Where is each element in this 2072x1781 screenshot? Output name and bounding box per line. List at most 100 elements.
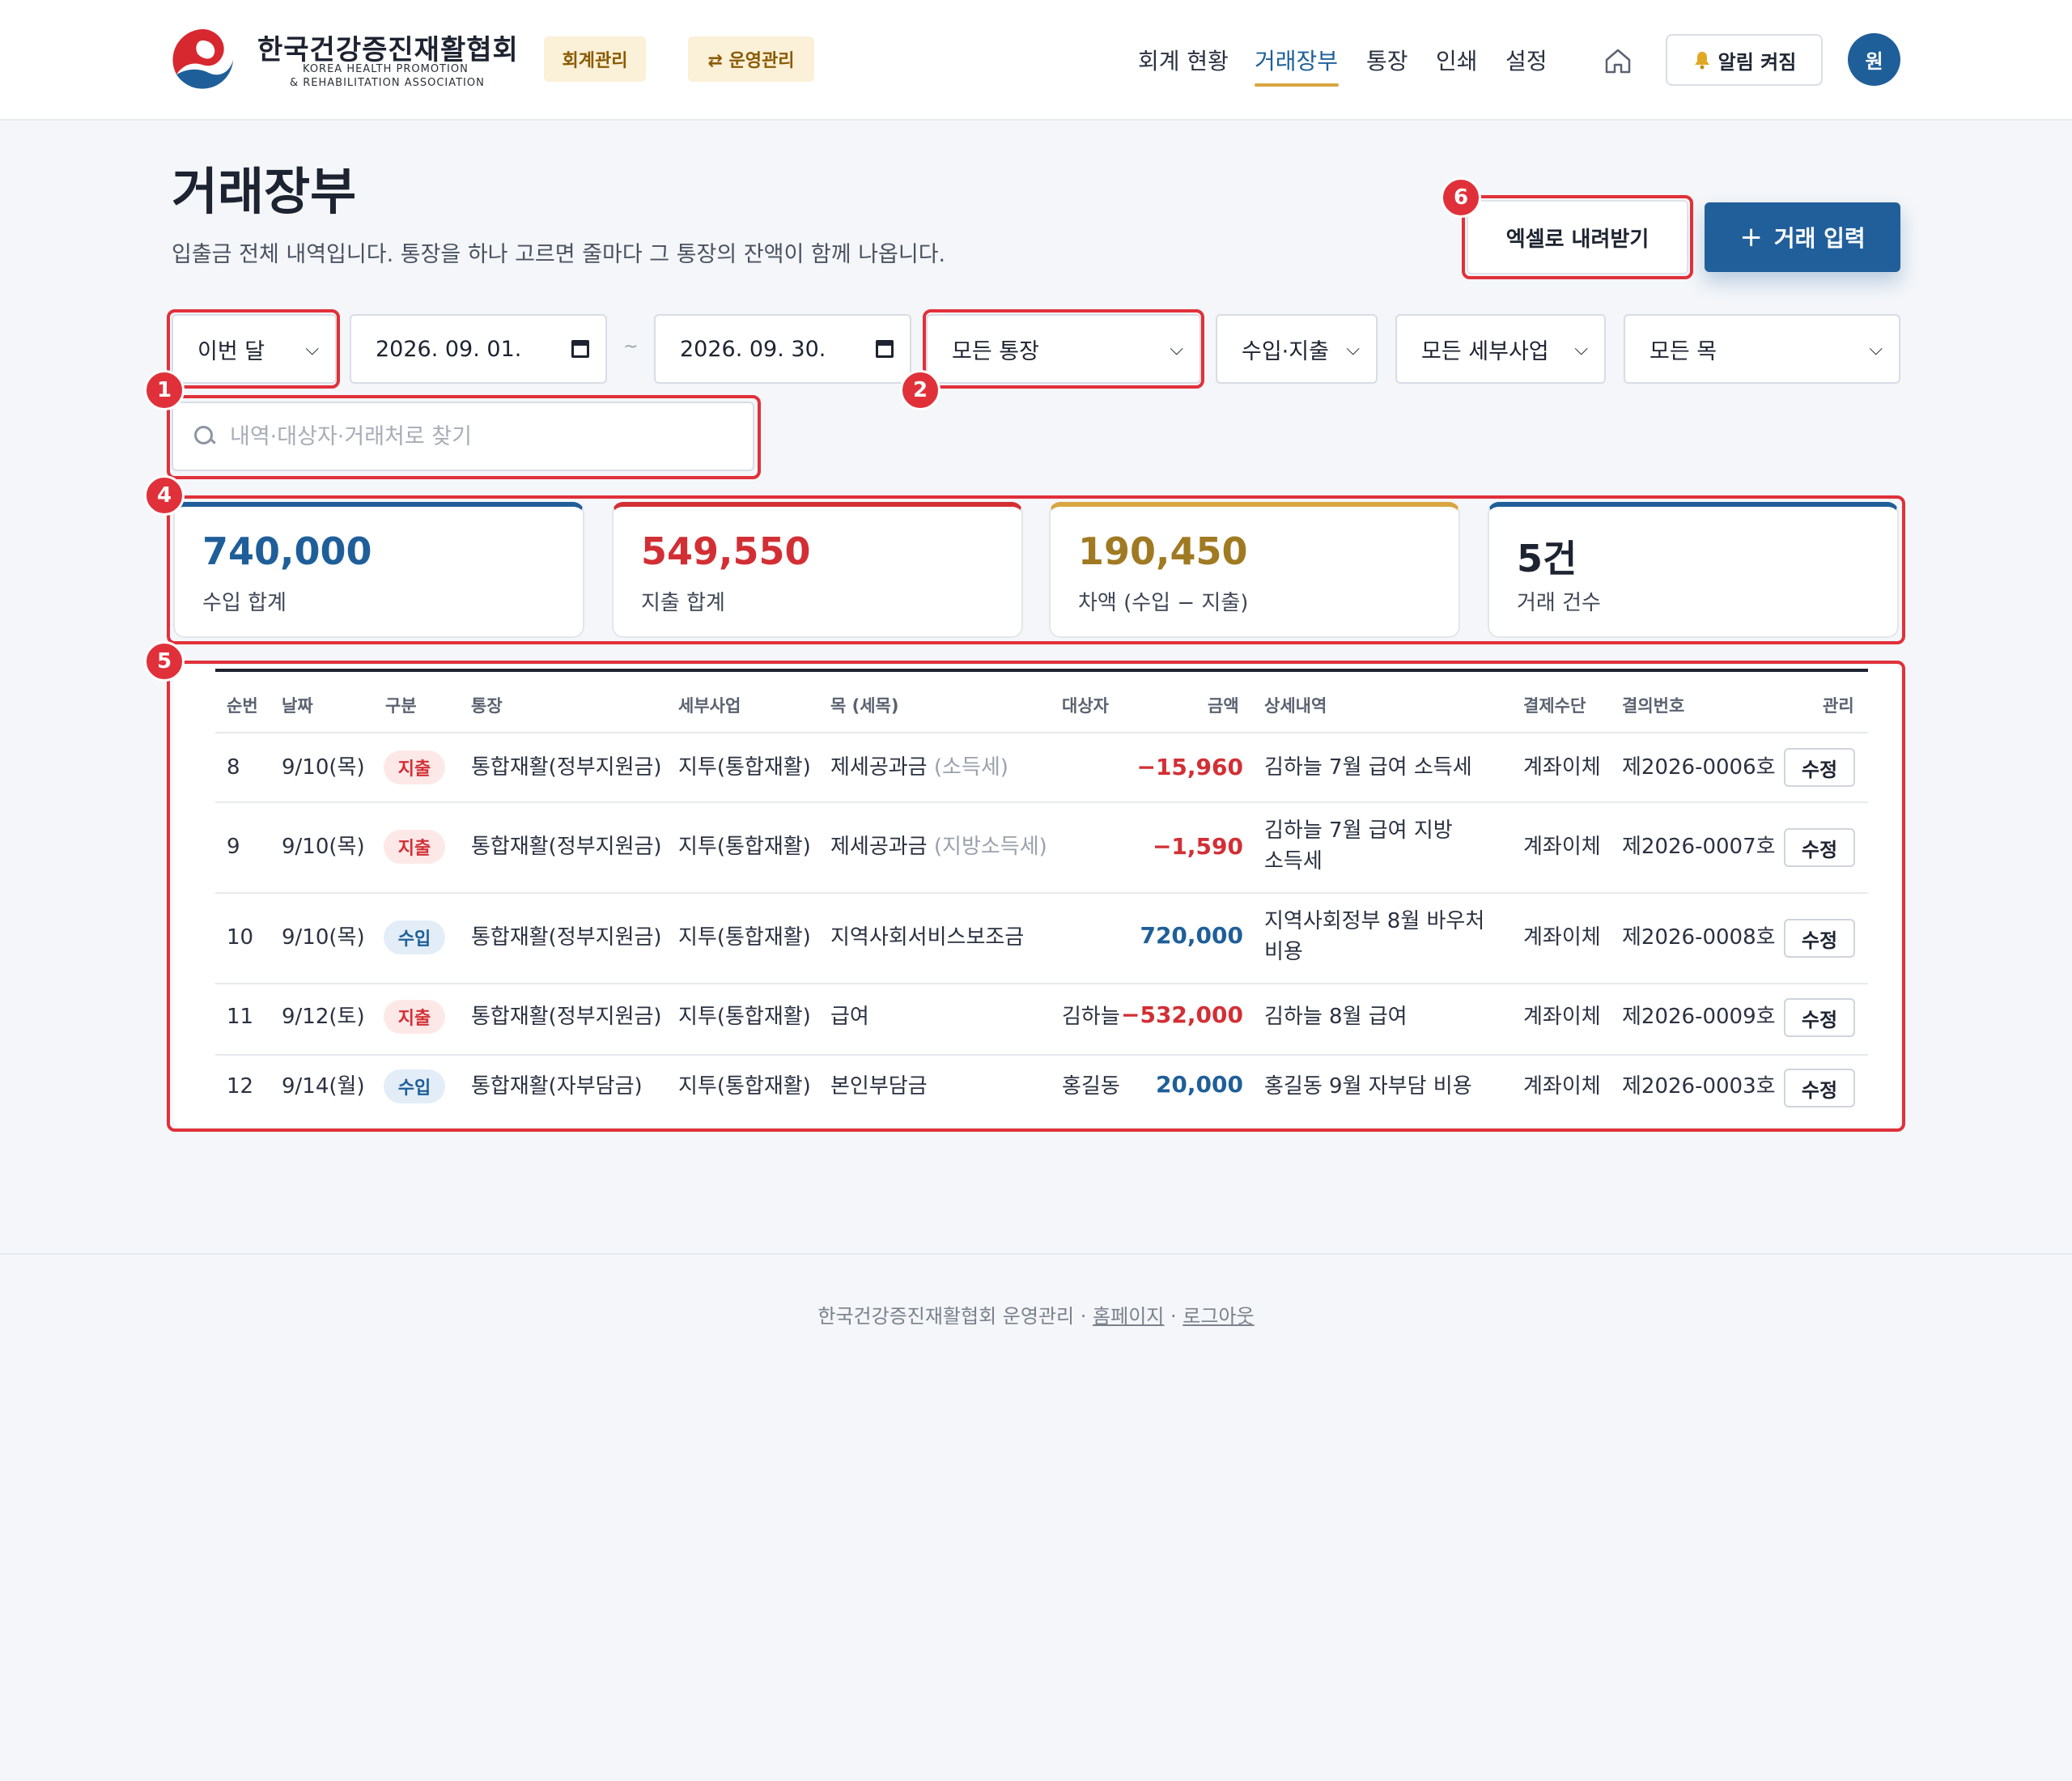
search-box[interactable] — [172, 402, 754, 471]
date-from-input[interactable]: 2026. 09. 01. — [350, 314, 607, 384]
notification-toggle-button[interactable]: 알림 켜짐 — [1666, 34, 1823, 86]
item-select[interactable]: 모든 목 ⌵ — [1624, 314, 1900, 384]
kind-badge-expense: 지출 — [384, 830, 445, 864]
edit-row-button[interactable]: 수정 — [1784, 748, 1855, 787]
row-item: 제세공과금 (지방소득세) — [830, 832, 1047, 861]
summary-card-expense: 549,550 지출 합계 — [612, 502, 1023, 638]
col-header-date: 날짜 — [282, 696, 313, 716]
row-subproject: 지투(통합재활) — [678, 1074, 811, 1099]
row-voucher: 제2026-0009호 — [1622, 1005, 1776, 1029]
export-excel-button[interactable]: 엑셀로 내려받기 — [1467, 200, 1688, 274]
difference-label: 차액 (수입 − 지출) — [1078, 591, 1249, 615]
nav-accounting-status[interactable]: 회계 현황 — [1138, 44, 1229, 76]
home-icon[interactable] — [1603, 45, 1633, 76]
active-nav-underline — [1255, 83, 1339, 87]
row-date: 9/14(월) — [282, 1074, 365, 1099]
row-date: 9/10(목) — [282, 755, 365, 780]
nav-print[interactable]: 인쇄 — [1436, 44, 1478, 76]
date-to-value: 2026. 09. 30. — [680, 336, 826, 362]
footer-text: 한국건강증진재활협회 운영관리 · — [817, 1305, 1087, 1328]
difference-value: 190,450 — [1078, 529, 1248, 573]
annotation-marker: 6 — [1441, 177, 1481, 218]
row-account: 통합재활(정부지원금) — [471, 755, 662, 780]
chevron-down-icon: ⌵ — [305, 338, 319, 359]
bell-icon — [1694, 52, 1709, 70]
row-detail: 김하늘 7월 급여 소득세 — [1264, 755, 1472, 780]
search-icon — [194, 426, 215, 447]
calendar-icon[interactable] — [876, 340, 894, 358]
row-method: 계좌이체 — [1523, 1074, 1601, 1099]
operations-switch-pill[interactable]: ⇄ 운영관리 — [688, 36, 814, 82]
account-select-value: 모든 통장 — [952, 338, 1039, 364]
add-transaction-label: 거래 입력 — [1773, 225, 1866, 252]
summary-card-income: 740,000 수입 합계 — [173, 502, 584, 638]
brand-name-korean: 한국건강증진재활협회 — [257, 34, 519, 66]
row-no: 12 — [227, 1074, 254, 1099]
row-method: 계좌이체 — [1523, 1005, 1601, 1029]
type-select-value: 수입·지출 — [1242, 338, 1329, 364]
row-detail: 김하늘 8월 급여 — [1264, 1005, 1408, 1029]
row-item: 본인부담금 — [830, 1074, 928, 1099]
row-detail: 지역사회정부 8월 바우처 — [1264, 909, 1485, 933]
footer-separator: · — [1170, 1305, 1177, 1328]
calendar-icon[interactable] — [571, 340, 589, 358]
row-amount: 720,000 — [1140, 922, 1243, 949]
top-navigation-bar: 한국건강증진재활협회 KOREA HEALTH PROMOTION & REHA… — [0, 0, 2072, 121]
page-description: 입출금 전체 내역입니다. 통장을 하나 고르면 줄마다 그 통장의 잔액이 함… — [172, 242, 946, 267]
annotation-marker: 1 — [144, 370, 185, 410]
row-divider — [215, 801, 1868, 803]
subproject-select[interactable]: 모든 세부사업 ⌵ — [1395, 314, 1606, 384]
account-select[interactable]: 모든 통장 ⌵ — [926, 314, 1201, 384]
row-detail: 홍길동 9월 자부담 비용 — [1264, 1074, 1472, 1099]
type-select[interactable]: 수입·지출 ⌵ — [1216, 314, 1378, 384]
add-transaction-button[interactable]: + 거래 입력 — [1705, 202, 1900, 272]
kind-badge-expense: 지출 — [384, 1000, 445, 1034]
nav-accounts[interactable]: 통장 — [1366, 44, 1408, 76]
date-to-input[interactable]: 2026. 09. 30. — [654, 314, 911, 384]
homepage-link[interactable]: 홈페이지 — [1093, 1305, 1164, 1328]
date-range-separator: ~ — [623, 337, 639, 357]
row-divider — [215, 1054, 1868, 1056]
row-item-sub: (소득세) — [933, 755, 1008, 780]
ledger-table — [173, 665, 1900, 1127]
brand-name-english: KOREA HEALTH PROMOTION — [303, 63, 469, 75]
row-voucher: 제2026-0007호 — [1622, 835, 1776, 859]
row-no: 10 — [227, 925, 254, 950]
col-header-subproject: 세부사업 — [678, 696, 741, 716]
row-amount: −1,590 — [1152, 833, 1243, 860]
chevron-down-icon: ⌵ — [1574, 338, 1588, 359]
edit-row-button[interactable]: 수정 — [1784, 919, 1855, 958]
logout-link[interactable]: 로그아웃 — [1182, 1305, 1254, 1328]
row-date: 9/12(토) — [282, 1005, 365, 1029]
edit-row-button[interactable]: 수정 — [1784, 998, 1855, 1037]
footer: 한국건강증진재활협회 운영관리 · 홈페이지 · 로그아웃 — [0, 1300, 2072, 1328]
kind-badge-income: 수입 — [384, 920, 445, 954]
col-header-kind: 구분 — [385, 696, 417, 716]
item-select-value: 모든 목 — [1650, 338, 1717, 364]
table-top-rule — [215, 669, 1868, 672]
row-amount: −15,960 — [1136, 754, 1243, 780]
nav-ledger[interactable]: 거래장부 — [1255, 44, 1338, 76]
row-method: 계좌이체 — [1523, 835, 1601, 859]
chevron-down-icon: ⌵ — [1346, 338, 1360, 359]
col-header-voucher: 결의번호 — [1622, 696, 1685, 716]
brand-name-english-2: & REHABILITATION ASSOCIATION — [290, 77, 485, 89]
edit-row-button[interactable]: 수정 — [1784, 1069, 1855, 1107]
row-voucher: 제2026-0003호 — [1622, 1074, 1776, 1099]
accounting-mode-pill[interactable]: 회계관리 — [544, 36, 646, 82]
transaction-count-label: 거래 건수 — [1517, 591, 1601, 615]
subproject-select-value: 모든 세부사업 — [1421, 338, 1549, 364]
period-select[interactable]: 이번 달 ⌵ — [172, 314, 337, 384]
user-avatar[interactable]: 원 — [1848, 33, 1900, 86]
nav-settings[interactable]: 설정 — [1505, 44, 1548, 76]
row-detail: 김하늘 7월 급여 지방 — [1264, 818, 1453, 843]
summary-card-count: 5건 거래 건수 — [1488, 502, 1899, 638]
edit-row-button[interactable]: 수정 — [1784, 828, 1855, 867]
row-subproject: 지투(통합재활) — [678, 1005, 811, 1029]
row-date: 9/10(목) — [282, 835, 365, 859]
row-no: 9 — [227, 835, 240, 859]
row-item: 급여 — [830, 1005, 869, 1029]
row-account: 통합재활(정부지원금) — [471, 925, 662, 950]
search-input[interactable] — [230, 423, 715, 449]
annotation-marker: 2 — [900, 370, 940, 410]
